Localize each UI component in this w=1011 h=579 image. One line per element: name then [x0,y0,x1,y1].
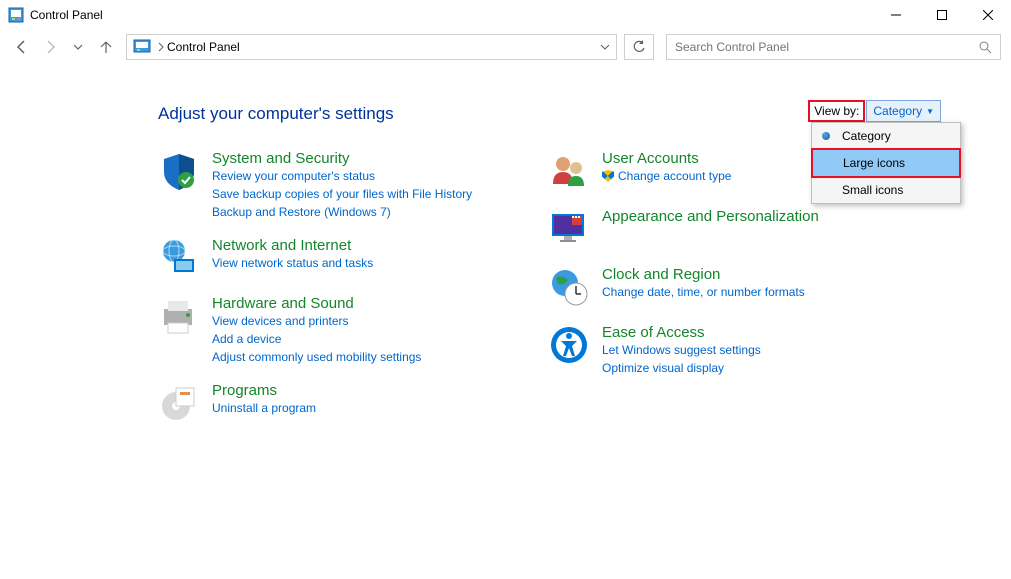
search-box[interactable] [666,34,1001,60]
monitor-icon [548,208,590,250]
window-title: Control Panel [30,8,103,22]
category-appearance: Appearance and Personalization [548,208,878,250]
category-programs: Programs Uninstall a program [158,382,488,424]
category-title[interactable]: Ease of Access [602,324,761,341]
category-title[interactable]: Programs [212,382,316,399]
viewby-option-large-icons[interactable]: Large icons [813,150,959,176]
category-link[interactable]: Let Windows suggest settings [602,341,761,359]
category-link[interactable]: Uninstall a program [212,399,316,417]
programs-disc-icon [158,382,200,424]
control-panel-app-icon [8,7,24,23]
category-hardware-sound: Hardware and Sound View devices and prin… [158,295,488,366]
category-link[interactable]: Backup and Restore (Windows 7) [212,203,472,221]
control-panel-icon [133,38,151,56]
category-link[interactable]: Add a device [212,330,421,348]
search-input[interactable] [675,40,978,54]
ease-of-access-icon [548,324,590,366]
category-system-security: System and Security Review your computer… [158,150,488,221]
viewby-value: Category [873,104,922,118]
category-clock-region: Clock and Region Change date, time, or n… [548,266,878,308]
category-title[interactable]: Appearance and Personalization [602,208,819,225]
viewby-label-highlight: View by: [808,100,865,122]
viewby-option-label: Large icons [843,156,905,170]
category-ease-of-access: Ease of Access Let Windows suggest setti… [548,324,878,377]
category-link[interactable]: Change date, time, or number formats [602,283,805,301]
category-link[interactable]: Optimize visual display [602,359,761,377]
back-button[interactable] [10,35,34,59]
viewby-option-category[interactable]: Category [812,123,960,149]
category-link[interactable]: Review your computer's status [212,167,472,185]
chevron-right-icon[interactable] [157,42,165,52]
viewby-option-label: Category [842,129,891,143]
viewby-option-small-icons[interactable]: Small icons [812,177,960,203]
search-icon[interactable] [978,40,992,54]
viewby-option-label: Small icons [842,183,903,197]
printer-icon [158,295,200,337]
minimize-button[interactable] [873,0,919,30]
category-title[interactable]: Network and Internet [212,237,373,254]
shield-icon [158,150,200,192]
selected-bullet-icon [822,132,830,140]
category-title[interactable]: Clock and Region [602,266,805,283]
category-link[interactable]: Save backup copies of your files with Fi… [212,185,472,203]
address-bar[interactable]: Control Panel [126,34,617,60]
address-history-button[interactable] [600,42,610,52]
viewby-option-large-icons-highlight: Large icons [811,148,961,178]
breadcrumb-item[interactable]: Control Panel [167,40,240,54]
category-link[interactable]: Change account type [602,167,731,185]
category-link[interactable]: View devices and printers [212,312,421,330]
category-column-left: System and Security Review your computer… [158,150,488,424]
chevron-down-icon: ▼ [926,107,934,116]
titlebar: Control Panel [0,0,1011,30]
clock-globe-icon [548,266,590,308]
viewby-menu: Category Large icons Small icons [811,122,961,204]
maximize-button[interactable] [919,0,965,30]
viewby-dropdown[interactable]: Category ▼ [866,100,941,122]
recent-locations-button[interactable] [66,35,90,59]
navigation-toolbar: Control Panel [0,30,1011,64]
category-title[interactable]: User Accounts [602,150,731,167]
forward-button[interactable] [38,35,62,59]
category-title[interactable]: Hardware and Sound [212,295,421,312]
close-button[interactable] [965,0,1011,30]
viewby-control: View by: Category ▼ [808,100,941,122]
refresh-button[interactable] [624,34,654,60]
user-accounts-icon [548,150,590,192]
viewby-label: View by: [814,104,859,118]
category-network-internet: Network and Internet View network status… [158,237,488,279]
category-title[interactable]: System and Security [212,150,472,167]
category-link[interactable]: View network status and tasks [212,254,373,272]
category-link[interactable]: Adjust commonly used mobility settings [212,348,421,366]
globe-network-icon [158,237,200,279]
up-button[interactable] [94,35,118,59]
